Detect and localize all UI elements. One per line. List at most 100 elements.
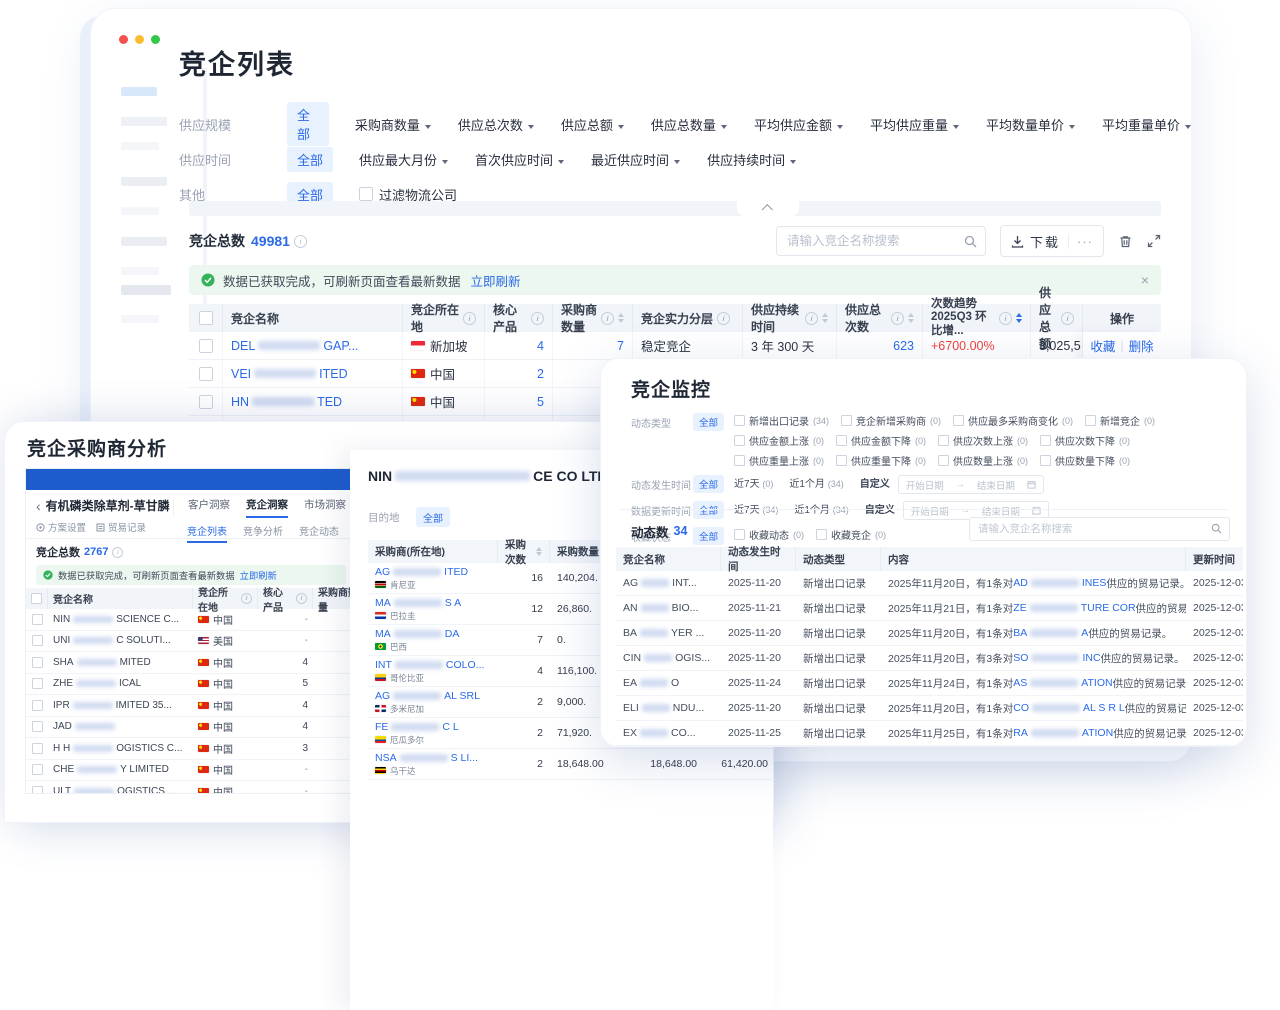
supplier-name-link[interactable]: ADINES [1013, 577, 1106, 589]
competitor-name-link[interactable]: ZHEICAL [48, 674, 193, 695]
sort-icon[interactable] [618, 313, 624, 323]
checkbox-icon[interactable] [836, 455, 847, 466]
filter-dropdown[interactable]: 平均重量单价 [1102, 115, 1191, 134]
sidebar-item[interactable] [121, 315, 159, 323]
filter-dropdown[interactable]: 平均数量单价 [986, 115, 1075, 134]
row-checkbox[interactable] [199, 339, 213, 353]
purchase-times-cell[interactable]: 2 [498, 749, 550, 779]
product-count-cell[interactable]: - [258, 781, 313, 794]
competitor-name-link[interactable]: VEIITED [223, 360, 403, 387]
competitor-name-link[interactable]: JAD [48, 717, 193, 738]
buyer-name-link[interactable]: MADA [375, 628, 459, 640]
close-dot-icon[interactable] [119, 35, 128, 44]
checkbox-icon[interactable] [836, 435, 847, 446]
supplier-name-link[interactable]: BAA [1013, 627, 1088, 639]
trash-icon[interactable] [1118, 234, 1133, 249]
filter-dropdown[interactable]: 最近供应时间 [591, 150, 680, 169]
row-checkbox[interactable] [32, 678, 43, 689]
row-checkbox[interactable] [32, 786, 43, 794]
sidebar-item[interactable] [121, 177, 167, 186]
subtab-competition-analysis[interactable]: 竞争分析 [243, 523, 283, 543]
filter-dropdown[interactable]: 供应最大月份 [359, 150, 448, 169]
product-count-cell[interactable]: 4 [258, 717, 313, 738]
product-count-cell[interactable]: - [258, 631, 313, 652]
supplier-name-link[interactable]: RAATION [1013, 727, 1113, 739]
competitor-name-link[interactable]: BAYER ... [616, 621, 721, 645]
back-icon[interactable]: ‹ [36, 498, 41, 514]
activity-type-checkbox[interactable]: 新增竞企(0) [1085, 413, 1155, 428]
checkbox-icon[interactable] [816, 529, 827, 540]
tab-customer-insight[interactable]: 客户洞察 [188, 497, 230, 518]
row-checkbox[interactable] [32, 614, 43, 625]
sidebar-item[interactable] [121, 285, 171, 295]
competitor-name-link[interactable]: H HOGISTICS C... [48, 738, 193, 759]
product-count-cell[interactable]: 4 [485, 332, 553, 359]
tab-market-insight[interactable]: 市场洞察 [304, 497, 346, 518]
competitor-name-link[interactable]: CINOGIS... [616, 646, 721, 670]
supplier-name-link[interactable]: COAL S R L [1013, 702, 1124, 714]
checkbox-icon[interactable] [1040, 435, 1051, 446]
last-7-days-option[interactable]: 近7天 (0) [734, 475, 773, 490]
sort-icon[interactable] [536, 547, 542, 557]
checkbox-icon[interactable] [953, 415, 964, 426]
activity-type-checkbox[interactable]: 供应次数上涨(0) [938, 433, 1028, 448]
activity-type-checkbox[interactable]: 供应重量下降(0) [836, 453, 926, 468]
supplier-name-link[interactable]: SOINC [1013, 652, 1100, 664]
competitor-name-link[interactable]: UNIC SOLUTI... [48, 631, 193, 652]
sidebar-item[interactable] [121, 237, 167, 246]
date-range-input[interactable]: 开始日期→结束日期 [898, 475, 1044, 494]
search-input[interactable] [776, 226, 986, 256]
buyer-name-link[interactable]: FEC L [375, 721, 459, 733]
checkbox-icon[interactable] [1040, 455, 1051, 466]
activity-type-checkbox[interactable]: 供应重量上涨(0) [734, 453, 824, 468]
row-checkbox[interactable] [199, 367, 213, 381]
competitor-name-link[interactable]: ULTOGISTICS ... [48, 781, 193, 794]
maximize-dot-icon[interactable] [151, 35, 160, 44]
sidebar-item[interactable] [121, 117, 167, 126]
product-count-cell[interactable]: 4 [258, 652, 313, 673]
filter-dropdown[interactable]: 供应总额 [561, 115, 624, 134]
product-count-cell[interactable]: 5 [258, 674, 313, 695]
subtab-competitor-activity[interactable]: 竞企动态 [299, 523, 339, 543]
sidebar-item[interactable] [121, 142, 159, 150]
plan-settings-menu[interactable]: 方案设置 [36, 520, 86, 534]
checkbox-icon[interactable] [938, 435, 949, 446]
activity-type-checkbox[interactable]: 供应金额下降(0) [836, 433, 926, 448]
product-count-cell[interactable]: - [258, 609, 313, 630]
tab-competitor-insight[interactable]: 竞企洞察 [246, 497, 288, 518]
sort-icon[interactable] [908, 313, 914, 323]
sort-icon[interactable] [822, 313, 828, 323]
product-count-cell[interactable]: 4 [258, 695, 313, 716]
activity-type-checkbox[interactable]: 竞企新增采购商(0) [841, 413, 941, 428]
refresh-now-link[interactable]: 立即刷新 [240, 568, 277, 582]
row-checkbox[interactable] [32, 657, 43, 668]
row-checkbox[interactable] [32, 743, 43, 754]
download-button[interactable]: 下载 ··· [1000, 225, 1104, 257]
times-cell[interactable]: 623 [837, 332, 923, 359]
more-options-icon[interactable]: ··· [1068, 234, 1093, 249]
product-count-cell[interactable]: - [258, 760, 313, 781]
sidebar-item[interactable] [121, 267, 159, 275]
sidebar-item-active[interactable] [121, 87, 157, 96]
competitor-name-link[interactable]: HNTED [223, 388, 403, 415]
filter-chip-all[interactable]: 全部 [693, 413, 724, 431]
purchase-times-cell[interactable]: 2 [498, 687, 550, 717]
competitor-name-link[interactable]: DELGAP... [223, 332, 403, 359]
activity-type-checkbox[interactable]: 供应数量下降(0) [1040, 453, 1130, 468]
search-icon[interactable] [964, 235, 977, 248]
activity-type-checkbox[interactable]: 新增出口记录(34) [734, 413, 829, 428]
filter-chip-all[interactable]: 全部 [693, 475, 724, 493]
buyer-name-link[interactable]: AGAL SRL [375, 690, 480, 702]
activity-type-checkbox[interactable]: 供应最多采购商变化(0) [953, 413, 1073, 428]
filter-dropdown[interactable]: 平均供应重量 [870, 115, 959, 134]
buyer-count-cell[interactable]: 7 [553, 332, 633, 359]
competitor-name-link[interactable]: CHEY LIMITED [48, 760, 193, 781]
row-checkbox[interactable] [32, 700, 43, 711]
filter-chip-all[interactable]: 全部 [693, 527, 724, 545]
checkbox-icon[interactable] [734, 529, 745, 540]
favorite-link[interactable]: 收藏 [1090, 336, 1115, 355]
select-all-checkbox[interactable] [199, 311, 213, 325]
competitor-name-link[interactable]: NINSCIENCE C... [48, 609, 193, 630]
favorite-status-checkbox[interactable]: 收藏竞企(0) [816, 527, 886, 542]
competitor-name-link[interactable]: SHAMITED [48, 652, 193, 673]
